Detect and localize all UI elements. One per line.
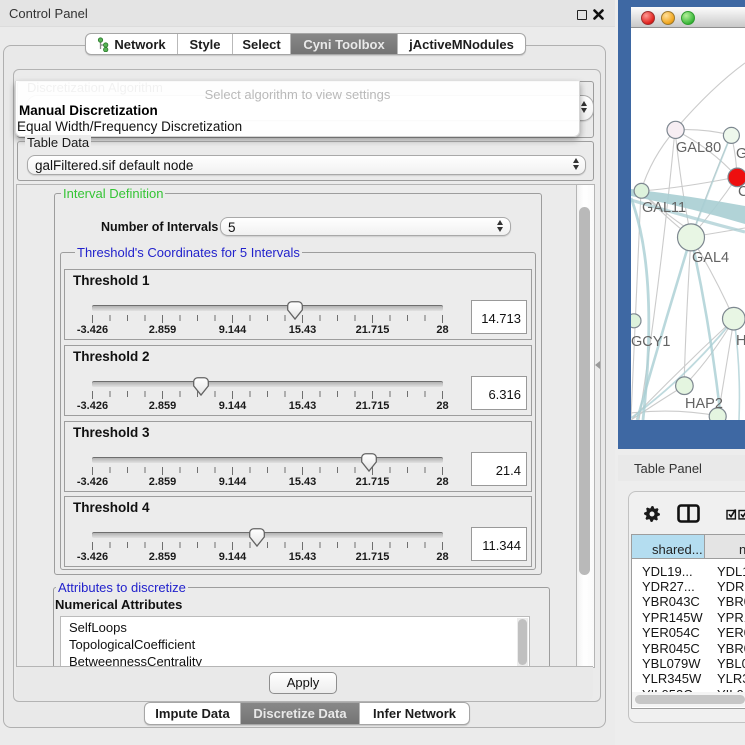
svg-text:GCY1: GCY1 [631,334,671,350]
svg-text:HAP2: HAP2 [685,396,723,412]
svg-text:C: C [738,184,745,200]
svg-text:GAL11: GAL11 [642,200,686,216]
svg-text:GA: GA [736,146,745,162]
svg-text:GAL4: GAL4 [692,250,729,266]
svg-text:H: H [736,333,745,349]
svg-text:GAL80: GAL80 [676,140,721,156]
